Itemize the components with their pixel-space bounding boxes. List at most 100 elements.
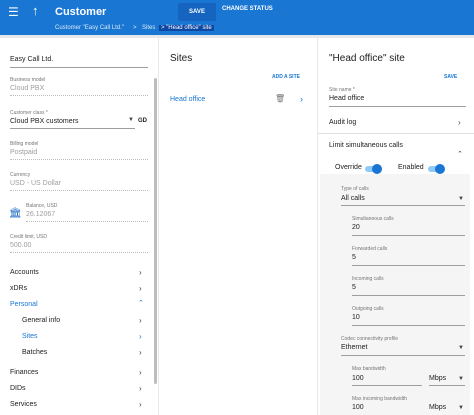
sites-panel	[159, 38, 317, 415]
divider	[10, 95, 148, 96]
business-model-value: Cloud PBX	[10, 85, 45, 92]
dropdown-arrow-icon[interactable]: ▼	[458, 345, 464, 351]
add-site-button[interactable]: ADD A SITE	[272, 74, 300, 80]
divider	[26, 221, 148, 222]
nav-batches[interactable]: Batches	[22, 349, 47, 356]
max-bandwidth-input[interactable]: 100	[352, 375, 364, 382]
breadcrumb-sites[interactable]: Sites	[142, 25, 155, 31]
chevron-up-icon[interactable]: ⌃	[138, 299, 144, 307]
chevron-right-icon[interactable]: ›	[139, 268, 142, 277]
divider	[10, 128, 135, 129]
outgoing-calls-input[interactable]: 10	[352, 314, 360, 321]
customer-class-select[interactable]: Cloud PBX customers	[10, 118, 78, 125]
divider	[10, 252, 148, 253]
bank-icon: 🏛	[9, 208, 22, 219]
customer-class-label: Customer class *	[10, 110, 48, 116]
breadcrumb-current: > "Head office" site	[159, 25, 214, 31]
name-underline	[10, 67, 148, 68]
outgoing-calls-label: Outgoing calls	[352, 306, 384, 312]
codec-profile-label: Codec connectivity profile	[341, 336, 398, 342]
forwarded-calls-input[interactable]: 5	[352, 254, 356, 261]
dropdown-arrow-icon[interactable]: ▼	[458, 376, 464, 382]
breadcrumb-customer[interactable]: Customer "Easy Call Ltd."	[55, 25, 124, 31]
divider	[341, 205, 465, 206]
credit-limit-value: 500.00	[10, 242, 32, 249]
nav-services[interactable]: Services	[10, 401, 37, 408]
simultaneous-calls-input[interactable]: 20	[352, 224, 360, 231]
app-header: ☰ ↑ Customer SAVE CHANGE STATUS	[0, 0, 474, 24]
balance-label: Balance, USD	[26, 203, 58, 209]
nav-personal[interactable]: Personal	[10, 301, 38, 308]
chevron-right-icon[interactable]: ›	[139, 368, 142, 377]
chevron-right-icon[interactable]: ›	[139, 384, 142, 393]
divider	[352, 235, 465, 236]
dropdown-arrow-icon[interactable]: ▼	[458, 405, 464, 411]
max-incoming-bandwidth-unit[interactable]: Mbps	[429, 404, 446, 411]
class-badge[interactable]: GD	[138, 118, 147, 124]
max-incoming-bandwidth-input[interactable]: 100	[352, 404, 364, 411]
override-toggle[interactable]	[365, 164, 382, 174]
nav-general-info[interactable]: General info	[22, 317, 60, 324]
chevron-right-icon[interactable]: ›	[139, 348, 142, 357]
site-save-button[interactable]: SAVE	[444, 74, 457, 80]
menu-icon[interactable]: ☰	[8, 5, 19, 19]
chevron-right-icon[interactable]: ›	[139, 400, 142, 409]
site-item-head-office[interactable]: Head office	[170, 96, 205, 103]
credit-limit-label: Credit limit, USD	[10, 234, 47, 240]
simultaneous-calls-label: Simultaneous calls	[352, 216, 394, 222]
page-title: Customer	[55, 6, 107, 18]
dropdown-arrow-icon[interactable]: ▼	[128, 117, 134, 123]
chevron-right-icon[interactable]: ›	[139, 316, 142, 325]
divider	[329, 106, 466, 107]
divider	[10, 190, 148, 191]
divider	[341, 355, 465, 356]
site-name-input[interactable]: Head office	[329, 95, 364, 102]
scrollbar[interactable]	[154, 78, 157, 384]
divider	[318, 133, 474, 134]
site-name-label: Site name *	[329, 87, 355, 93]
chevron-right-icon[interactable]: ›	[139, 284, 142, 293]
divider	[352, 265, 465, 266]
nav-xdrs[interactable]: xDRs	[10, 285, 27, 292]
business-model-label: Business model	[10, 77, 46, 83]
incoming-calls-label: Incoming calls	[352, 276, 384, 282]
nav-finances[interactable]: Finances	[10, 369, 38, 376]
billing-model-value: Postpaid	[10, 149, 38, 156]
breadcrumb-separator: >	[133, 25, 137, 31]
divider	[352, 325, 465, 326]
save-button[interactable]: SAVE	[178, 3, 216, 21]
nav-dids[interactable]: DIDs	[10, 385, 26, 392]
back-arrow-icon[interactable]: ↑	[32, 3, 39, 18]
divider	[429, 385, 465, 386]
incoming-calls-input[interactable]: 5	[352, 284, 356, 291]
chevron-right-icon[interactable]: ›	[300, 94, 303, 104]
max-bandwidth-unit[interactable]: Mbps	[429, 375, 446, 382]
currency-value: USD - US Dollar	[10, 180, 61, 187]
limit-calls-section[interactable]: Limit simultaneous calls	[329, 142, 403, 149]
audit-log-link[interactable]: Audit log	[329, 119, 356, 126]
breadcrumb: Customer "Easy Call Ltd." > Sites > "Hea…	[0, 24, 474, 35]
change-status-button[interactable]: CHANGE STATUS	[222, 6, 273, 12]
divider	[352, 295, 465, 296]
billing-model-label: Billing model	[10, 141, 39, 147]
type-of-calls-label: Type of calls	[341, 186, 369, 192]
nav-accounts[interactable]: Accounts	[10, 269, 39, 276]
customer-name[interactable]: Easy Call Ltd.	[10, 56, 53, 63]
chevron-right-icon[interactable]: ›	[139, 332, 142, 341]
forwarded-calls-label: Forwarded calls	[352, 246, 388, 252]
enabled-label: Enabled	[398, 164, 424, 171]
sites-title: Sites	[170, 53, 193, 64]
divider	[352, 385, 422, 386]
chevron-right-icon[interactable]: ›	[458, 118, 461, 127]
codec-profile-select[interactable]: Ethernet	[341, 344, 367, 351]
max-incoming-bandwidth-label: Max incoming bandwidth	[352, 396, 408, 402]
chevron-up-icon[interactable]: ⌃	[457, 150, 463, 158]
divider	[10, 159, 148, 160]
type-of-calls-select[interactable]: All calls	[341, 195, 365, 202]
nav-sites[interactable]: Sites	[22, 333, 38, 340]
balance-value: 26.12067	[26, 211, 56, 218]
enabled-toggle[interactable]	[428, 164, 445, 174]
dropdown-arrow-icon[interactable]: ▼	[458, 196, 464, 202]
currency-label: Currency	[10, 172, 31, 178]
delete-icon[interactable]: 🗑	[275, 94, 285, 103]
